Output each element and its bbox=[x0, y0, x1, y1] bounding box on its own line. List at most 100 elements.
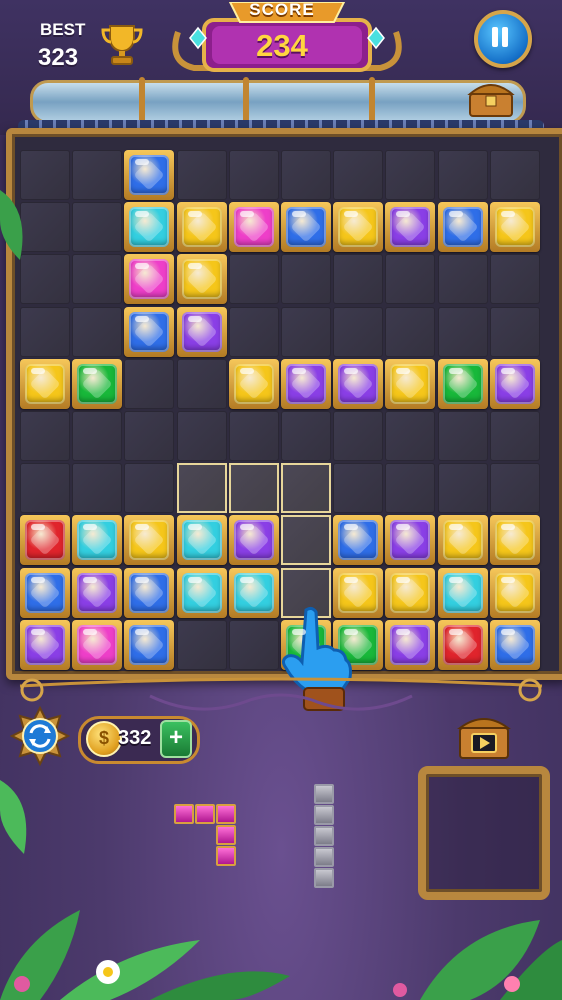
board-cell[interactable] bbox=[124, 358, 175, 409]
gem-block-yellow bbox=[385, 567, 436, 618]
treasure-chest-icon[interactable] bbox=[466, 76, 516, 120]
tray-piece-cell bbox=[195, 804, 215, 824]
game-screen: BEST 323 SCORE 234 $ 332 + bbox=[0, 0, 562, 1000]
board-cell[interactable] bbox=[228, 254, 279, 305]
board-cell[interactable] bbox=[72, 463, 123, 514]
tray-piece-cell bbox=[216, 825, 236, 845]
board-cell[interactable] bbox=[176, 150, 227, 200]
board-cell[interactable] bbox=[437, 463, 488, 514]
progress-marker bbox=[139, 77, 145, 123]
gem-block-yellow bbox=[489, 202, 540, 253]
board-cell[interactable] bbox=[228, 306, 279, 357]
gem-block-cyan bbox=[176, 567, 227, 618]
board-cell[interactable] bbox=[385, 411, 436, 461]
gem-block-pink bbox=[124, 254, 175, 305]
gem-block-pink bbox=[72, 619, 123, 670]
board-cell[interactable] bbox=[489, 254, 540, 305]
board-cell[interactable] bbox=[72, 202, 123, 253]
board-cell[interactable] bbox=[333, 150, 384, 200]
progress-marker bbox=[243, 77, 249, 123]
gem-block-blue bbox=[124, 619, 175, 670]
jungle-leaf-decoration bbox=[0, 780, 27, 854]
board-cell[interactable] bbox=[333, 254, 384, 305]
board-cell[interactable] bbox=[489, 150, 540, 200]
board-cell[interactable] bbox=[228, 411, 279, 461]
board-cell[interactable] bbox=[281, 411, 331, 461]
board-cell[interactable] bbox=[333, 306, 384, 357]
tray-piece-cell bbox=[314, 826, 334, 846]
video-chest-icon[interactable] bbox=[454, 712, 514, 762]
board-cell[interactable] bbox=[333, 463, 384, 514]
gem-block-red bbox=[437, 619, 488, 670]
gem-block-cyan bbox=[72, 515, 123, 566]
pause-icon bbox=[492, 27, 498, 47]
board-cell[interactable] bbox=[176, 411, 227, 461]
gem-block-blue bbox=[20, 567, 70, 618]
gem-block-purple bbox=[489, 358, 540, 409]
gem-block-yellow bbox=[20, 358, 70, 409]
placement-preview-cell bbox=[176, 463, 227, 514]
board-cell[interactable] bbox=[72, 150, 123, 200]
placement-preview-cell bbox=[228, 463, 279, 514]
gem-block-cyan bbox=[176, 515, 227, 566]
board-cell[interactable] bbox=[333, 411, 384, 461]
pause-button[interactable] bbox=[474, 10, 532, 68]
jungle-leaves-decoration bbox=[0, 910, 562, 1000]
gem-block-pink bbox=[228, 202, 279, 253]
board-cell[interactable] bbox=[72, 254, 123, 305]
pause-icon-bar bbox=[502, 27, 508, 47]
refresh-button[interactable] bbox=[10, 706, 70, 766]
best-score-label: BEST bbox=[40, 20, 86, 39]
board-cell[interactable] bbox=[281, 150, 331, 200]
board-cell[interactable] bbox=[124, 411, 175, 461]
board-cell[interactable] bbox=[20, 463, 70, 514]
gem-block-yellow bbox=[124, 515, 175, 566]
gem-block-purple bbox=[176, 306, 227, 357]
gem-block-purple bbox=[20, 619, 70, 670]
board-cell[interactable] bbox=[20, 411, 70, 461]
gem-block-purple bbox=[385, 202, 436, 253]
add-coins-button[interactable]: + bbox=[160, 720, 192, 758]
board-cell[interactable] bbox=[72, 306, 123, 357]
board-cell[interactable] bbox=[489, 306, 540, 357]
gem-block-purple bbox=[72, 567, 123, 618]
gem-block-green bbox=[72, 358, 123, 409]
progress-marker bbox=[369, 77, 375, 123]
gem-block-purple bbox=[228, 515, 279, 566]
gem-block-purple bbox=[385, 619, 436, 670]
board-cell[interactable] bbox=[281, 254, 331, 305]
placement-preview-cell bbox=[281, 463, 331, 514]
gem-block-purple bbox=[385, 515, 436, 566]
board-cell[interactable] bbox=[437, 411, 488, 461]
board-cell[interactable] bbox=[385, 254, 436, 305]
tray-piece-cell bbox=[314, 805, 334, 825]
board-cell[interactable] bbox=[489, 411, 540, 461]
board-cell[interactable] bbox=[385, 150, 436, 200]
gem-block-purple bbox=[333, 358, 384, 409]
board-cell[interactable] bbox=[176, 619, 227, 670]
board-cell[interactable] bbox=[385, 306, 436, 357]
board-cell[interactable] bbox=[72, 411, 123, 461]
gem-block-blue bbox=[124, 306, 175, 357]
board-cell[interactable] bbox=[437, 306, 488, 357]
board-cell[interactable] bbox=[20, 306, 70, 357]
gem-block-yellow bbox=[176, 202, 227, 253]
board-cell[interactable] bbox=[437, 150, 488, 200]
placement-preview-cell bbox=[281, 515, 331, 566]
board-cell[interactable] bbox=[124, 463, 175, 514]
gem-block-blue bbox=[489, 619, 540, 670]
tray-piece-cell bbox=[216, 804, 236, 824]
tray-piece-cell bbox=[216, 846, 236, 866]
board-cell[interactable] bbox=[228, 150, 279, 200]
gem-block-yellow bbox=[176, 254, 227, 305]
board-cell[interactable] bbox=[281, 306, 331, 357]
gem-block-purple bbox=[281, 358, 331, 409]
tray-piece-cell bbox=[314, 784, 334, 804]
gem-block-yellow bbox=[228, 358, 279, 409]
board-cell[interactable] bbox=[176, 358, 227, 409]
gem-block-cyan bbox=[124, 202, 175, 253]
board-cell[interactable] bbox=[385, 463, 436, 514]
board-cell[interactable] bbox=[489, 463, 540, 514]
board-cell[interactable] bbox=[437, 254, 488, 305]
gem-block-blue bbox=[281, 202, 331, 253]
